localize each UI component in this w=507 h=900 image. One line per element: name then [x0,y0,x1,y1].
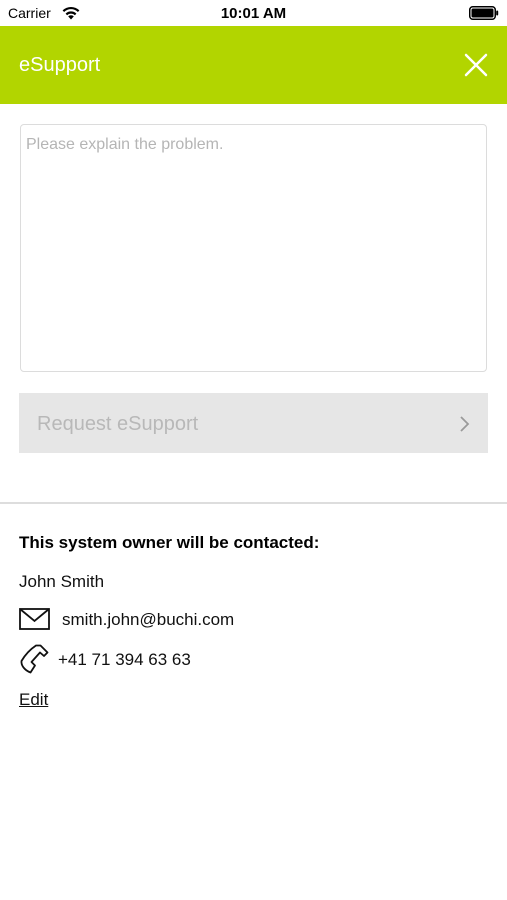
owner-phone: +41 71 394 63 63 [58,650,191,669]
request-esupport-button[interactable]: Request eSupport [19,393,488,453]
close-button[interactable] [461,50,491,80]
battery-icon [469,6,499,20]
owner-email: smith.john@buchi.com [62,610,235,629]
page-title: eSupport [19,54,101,76]
request-esupport-label: Request eSupport [37,413,199,435]
edit-contact-link[interactable]: Edit [19,690,48,710]
phone-icon [20,644,49,674]
chevron-right-icon [460,416,470,432]
status-time: 10:01 AM [220,5,287,22]
contact-heading: This system owner will be contacted: [19,533,320,552]
problem-description-input[interactable] [20,124,487,372]
close-icon [464,53,488,77]
status-bar: Carrier 10:01 AM [0,0,507,26]
mail-icon [19,608,50,630]
owner-name: John Smith [19,572,105,591]
section-divider [0,502,507,504]
header-bar: eSupport [0,26,507,104]
